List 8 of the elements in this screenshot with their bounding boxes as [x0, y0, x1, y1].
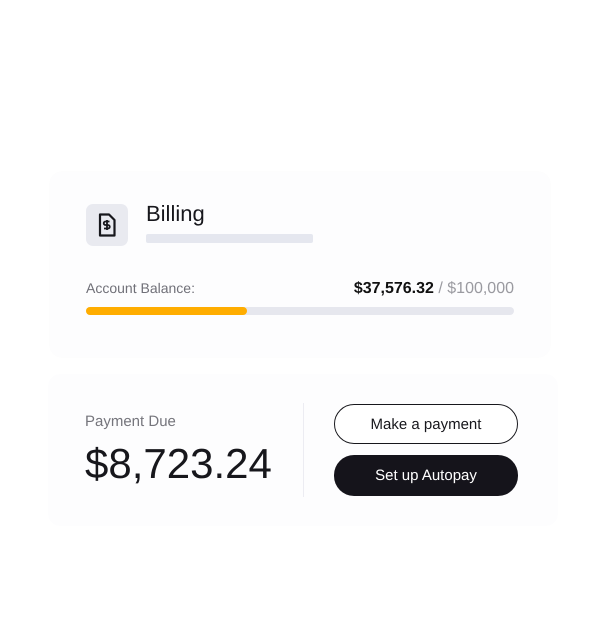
balance-label: Account Balance: — [86, 280, 195, 296]
payment-label: Payment Due — [85, 412, 177, 430]
balance-amount: $37,576.32 / $100,000 — [354, 280, 514, 298]
payment-button[interactable]: Make a payment — [334, 404, 518, 444]
card-title: Billing — [146, 200, 206, 228]
autopay-button[interactable]: Set up Autopay — [334, 455, 518, 496]
dollar-document-icon — [86, 204, 128, 246]
payment-amount: $8,723.24 — [85, 440, 273, 488]
